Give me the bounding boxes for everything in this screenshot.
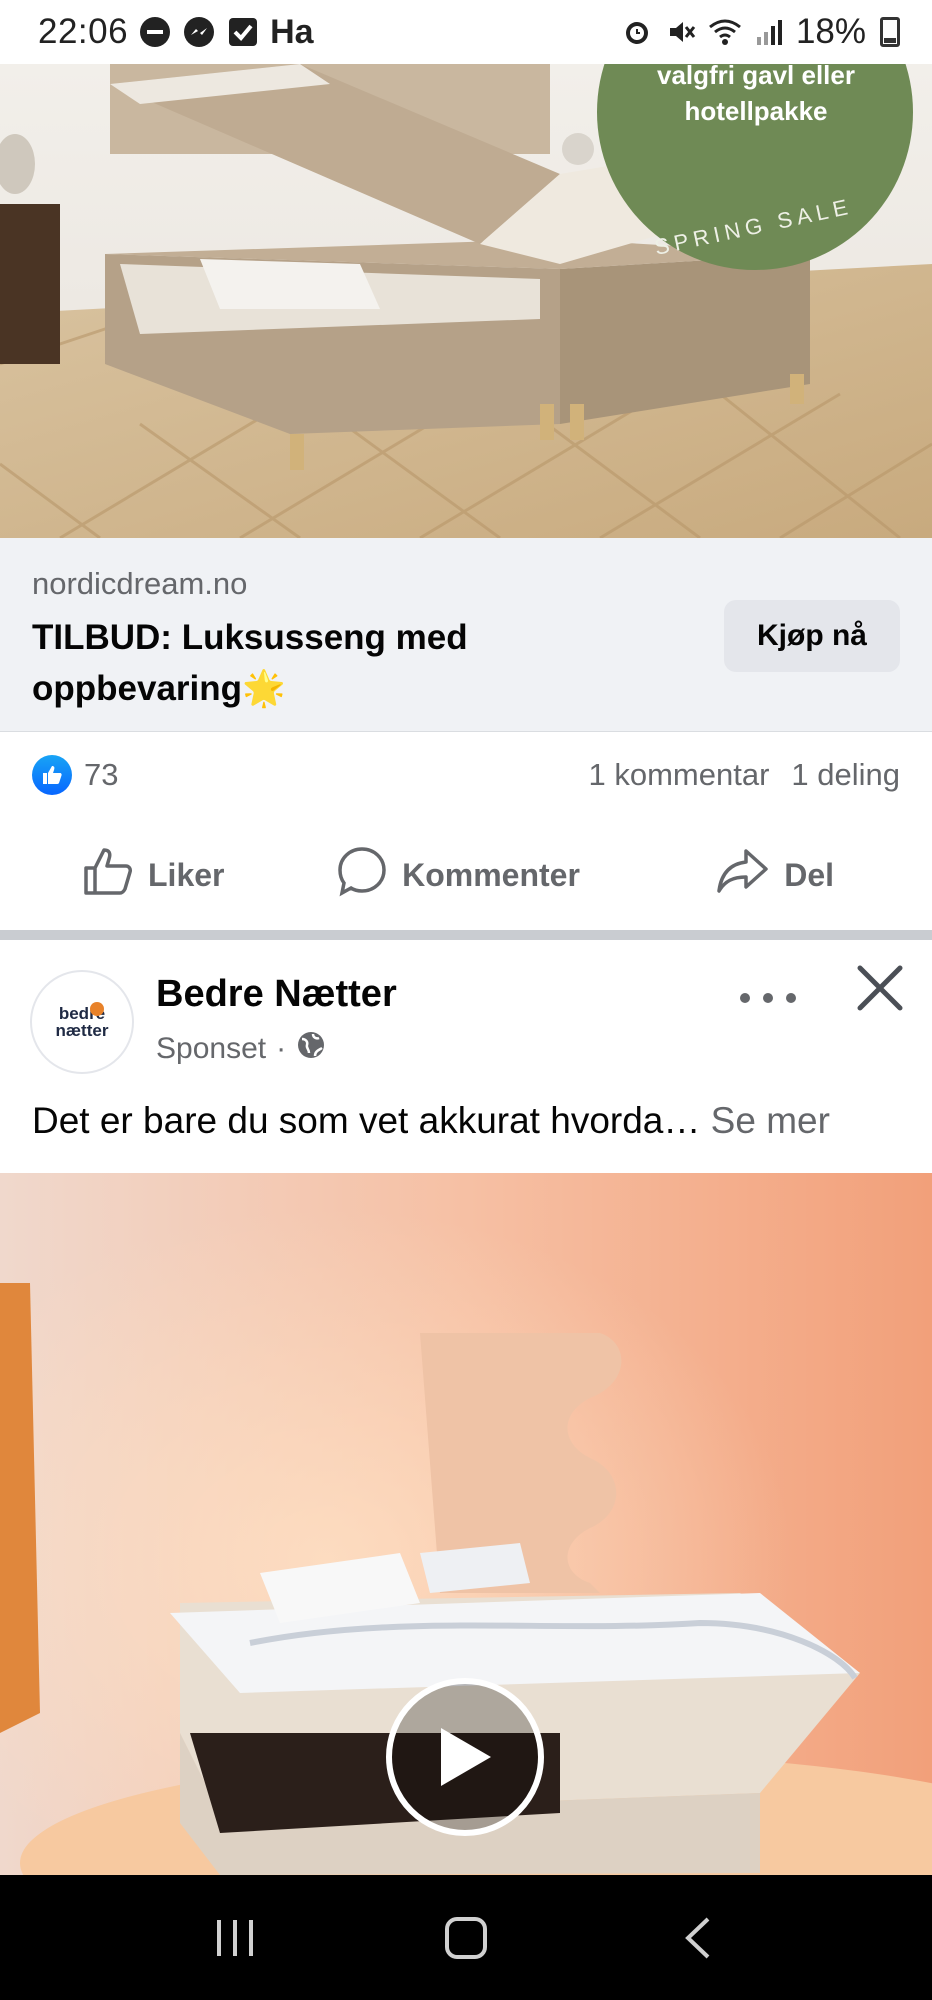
play-video-button[interactable] — [386, 1678, 544, 1836]
separator: · — [276, 1032, 287, 1065]
share-arrow-icon — [716, 847, 770, 903]
sponsored-row: Sponset · — [156, 1030, 326, 1068]
close-button[interactable] — [856, 964, 904, 1012]
share-label: Del — [784, 856, 835, 893]
battery-icon — [880, 17, 900, 47]
home-button[interactable] — [426, 1898, 506, 1978]
battery-percent: 18% — [795, 12, 866, 51]
close-icon — [857, 965, 903, 1011]
signal-icon — [752, 15, 786, 49]
more-options-button[interactable] — [740, 980, 796, 1016]
checkbox-icon — [226, 15, 260, 49]
wifi-icon — [708, 15, 742, 49]
comment-button[interactable]: Kommenter — [333, 845, 584, 905]
share-button[interactable]: Del — [583, 847, 932, 903]
alarm-icon — [620, 15, 654, 49]
post-actions: Liker Kommenter Del — [0, 830, 932, 920]
sponsored-label[interactable]: Sponset — [156, 1032, 266, 1066]
avatar[interactable]: bedre nætter — [30, 970, 134, 1074]
comment-label: Kommenter — [402, 856, 580, 893]
avatar-line2: nætter — [55, 1021, 109, 1040]
status-bar: 22:06 Ha 18% — [0, 0, 932, 64]
recent-apps-icon — [217, 1919, 254, 1956]
play-icon — [441, 1728, 491, 1786]
link-title: TILBUD: Luksusseng med oppbevaring🌟 — [32, 618, 468, 708]
more-dot — [763, 993, 773, 1003]
reactions-bar: 73 1 kommentar 1 deling — [0, 733, 932, 817]
clock: 22:06 — [38, 12, 129, 51]
see-more-link[interactable]: Se mer — [711, 1100, 830, 1141]
like-reaction-icon — [32, 755, 72, 795]
moon-logo-icon — [90, 1002, 104, 1016]
sponsored-post-header: bedre nætter Bedre Nætter Sponset · Det … — [0, 940, 932, 1170]
comment-bubble-icon — [336, 845, 388, 905]
badge-line2: hotellpakke — [684, 96, 827, 126]
more-dot — [740, 993, 750, 1003]
globe-icon — [296, 1030, 326, 1068]
mute-icon — [664, 15, 698, 49]
post-text: Det er bare du som vet akkurat hvorda… S… — [32, 1100, 912, 1142]
post-divider — [0, 930, 932, 940]
buy-now-button[interactable]: Kjøp nå — [724, 600, 900, 672]
like-button[interactable]: Liker — [0, 846, 333, 904]
recent-apps-button[interactable] — [195, 1898, 275, 1978]
messenger-icon — [182, 15, 216, 49]
link-preview-card[interactable]: nordicdream.no TILBUD: Luksusseng med op… — [0, 538, 932, 732]
home-icon — [444, 1916, 487, 1959]
reaction-count[interactable]: 73 — [84, 757, 118, 793]
comment-count[interactable]: 1 kommentar — [589, 757, 770, 793]
more-dot — [786, 993, 796, 1003]
share-count[interactable]: 1 deling — [791, 757, 900, 793]
link-domain: nordicdream.no — [32, 566, 248, 601]
dnd-icon — [138, 15, 172, 49]
thumbs-up-icon — [82, 846, 134, 904]
android-nav-bar — [0, 1875, 932, 2000]
badge-line1: valgfri gavl eller — [657, 64, 855, 90]
notification-text: Ha — [270, 12, 314, 51]
back-icon — [684, 1917, 710, 1958]
like-label: Liker — [148, 856, 225, 893]
page-name[interactable]: Bedre Nætter — [156, 973, 397, 1016]
post-text-body: Det er bare du som vet akkurat hvorda… — [32, 1100, 701, 1141]
back-button[interactable] — [657, 1898, 737, 1978]
ad-image-bed-storage[interactable]: SPRING SALE valgfri gavl eller hotellpak… — [0, 64, 932, 538]
